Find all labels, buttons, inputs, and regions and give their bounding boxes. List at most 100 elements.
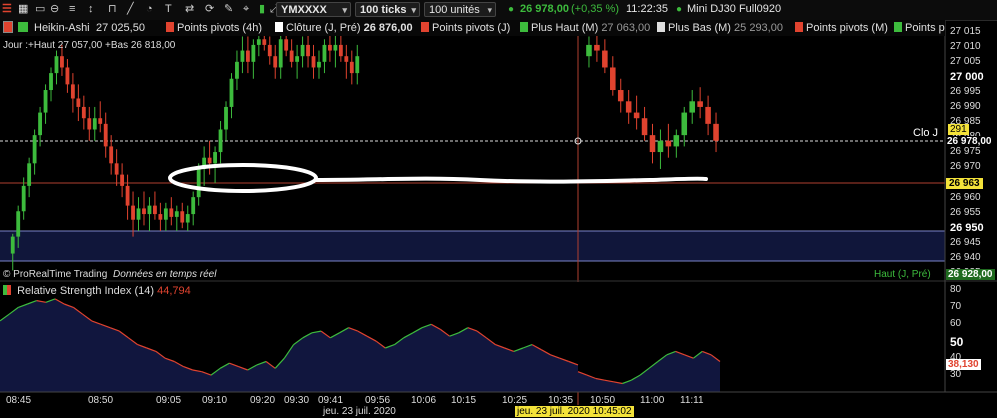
candle-body (681, 112, 688, 136)
candle-body (355, 56, 360, 74)
candle-body (185, 214, 190, 223)
candle-body (191, 197, 196, 215)
magnet-icon[interactable]: ⊓ (108, 2, 117, 17)
candle-body (689, 101, 695, 113)
high-legend[interactable]: Plus Haut (M) 27 063,00 (520, 21, 650, 35)
chart-style-icon[interactable]: ▭ (35, 2, 45, 17)
candle-body (87, 118, 92, 130)
pivot-4h-legend[interactable]: Points pivots (4h) (166, 21, 262, 35)
units-select[interactable]: 100 unités (424, 2, 496, 18)
symbol-select[interactable]: YMXXXX (276, 2, 351, 18)
time-axis[interactable]: 08:45 08:50 09:05 09:10 09:20 09:30 09:41 09:56… (0, 393, 945, 418)
candle-body (213, 152, 217, 164)
rsi-value: 44,794 (157, 285, 191, 297)
heikin-label[interactable]: Heikin-Ashi (34, 21, 90, 35)
close-legend[interactable]: Clôture (J, Pré) 26 876,00 (275, 21, 413, 35)
candle-body (697, 101, 703, 107)
candle-body (70, 84, 75, 99)
rsi-tick: 60 (950, 318, 962, 330)
price-tick: 27 000 (950, 71, 984, 84)
candle-body (673, 135, 680, 147)
candle-body (153, 205, 157, 215)
add-indicator-icon[interactable] (18, 21, 31, 35)
candle-body (114, 163, 119, 175)
price-tick: 26 970 (950, 161, 981, 173)
list-icon[interactable]: ≡ (69, 2, 75, 17)
pivot-j-legend[interactable]: Points pivots (J) (421, 21, 510, 35)
close-label: Clôture (J, Pré) (286, 22, 361, 34)
pivot-more-label: Points p (905, 22, 945, 34)
candle-body (311, 56, 316, 68)
rsi-axis[interactable]: 80 70 60 50 40 30 (946, 282, 997, 392)
low-label: Plus Bas (M) (668, 22, 731, 34)
instrument-name: Mini DJ30 Full0920 (687, 3, 782, 15)
price-tick: 27 005 (950, 56, 981, 68)
replay-icon[interactable]: ⟳ (205, 2, 214, 17)
time-axis-date: jeu. 23 juil. 2020 (323, 406, 396, 417)
pivot-m-label: Points pivots (M) (806, 22, 888, 34)
time-tick: 09:10 (202, 395, 228, 406)
heikin-icon[interactable] (3, 21, 16, 35)
rsi-tick: 50 (950, 335, 964, 350)
candle-body (131, 205, 135, 220)
candle-body (289, 50, 294, 62)
scale-icon[interactable]: ↕ (88, 2, 94, 17)
candle-body (98, 118, 103, 124)
candle-body (147, 205, 152, 215)
time-tick: 11:00 (640, 395, 665, 406)
candle-body (196, 168, 201, 198)
candle-body (142, 208, 146, 215)
candle-body (224, 106, 228, 130)
high-value: 27 063,00 (601, 22, 651, 34)
candle-body (273, 56, 278, 68)
candle-body (245, 50, 250, 62)
pivot-more-legend[interactable]: Points p (894, 21, 945, 35)
time-tick: 10:15 (451, 395, 477, 406)
candle-body (174, 211, 179, 217)
time-tick: 10:25 (502, 395, 528, 406)
candle-body (713, 123, 719, 141)
candle-body (218, 129, 223, 153)
pen-icon[interactable]: ✎ (224, 2, 233, 17)
price-axis[interactable]: 27 015 27 010 27 005 27 000 26 995 26 990 26 9… (946, 20, 997, 282)
price-tick: 26 955 (950, 206, 981, 218)
time-tick: 09:30 (284, 395, 310, 406)
ticks-select[interactable]: 100 ticks (355, 2, 420, 18)
price-tick: 26 950 (950, 221, 984, 234)
clock-time: 11:22:35 (626, 3, 669, 15)
text-tool-icon[interactable]: T (165, 2, 172, 17)
toolbar: ☰ ▦ ▭ ⊖ ≡ ↕ ⊓ ╱ ◔ T ⇄ ⟳ ✎ ⌖ ▮ ⤢ YMXXXX 1… (0, 0, 997, 21)
price-tick: 26 945 (950, 236, 981, 248)
pivot-j-label: Points pivots (J) (432, 22, 511, 34)
candle-body (338, 44, 343, 57)
window-menu-icon[interactable]: ☰ (2, 2, 12, 17)
pivot-m-legend[interactable]: Points pivots (M) (795, 21, 888, 35)
alert-icon[interactable]: ◔ (146, 2, 153, 17)
cursor-icon[interactable]: ⌖ (243, 2, 249, 17)
chart-canvas[interactable] (0, 0, 997, 418)
grid-icon[interactable]: ▦ (18, 2, 28, 17)
trade-icon[interactable]: ⇄ (185, 2, 194, 17)
low-legend[interactable]: Plus Bas (M) 25 293,00 (657, 21, 783, 35)
candle-body (169, 208, 174, 217)
candle-body (317, 61, 321, 68)
candle-body (136, 208, 141, 220)
pivot-4h-label: Points pivots (4h) (177, 22, 262, 34)
realtime-text: Données en temps réel (113, 269, 217, 280)
candle-body (158, 214, 163, 220)
candle-body (103, 123, 108, 147)
rsi-tick: 30 (950, 369, 962, 381)
candle-body (625, 101, 632, 113)
candle-body (240, 50, 245, 62)
current-price-label: 26 978,00 (947, 136, 992, 147)
candle-body (65, 67, 70, 85)
candle-body (349, 61, 354, 74)
rsi-header[interactable]: Relative Strength Index (14) 44,794 (3, 285, 191, 297)
draw-line-icon[interactable]: ╱ (127, 2, 134, 17)
candle-body (594, 44, 600, 51)
candle-body (295, 56, 300, 62)
candle-body (235, 61, 239, 79)
candle-body (705, 106, 711, 124)
level-icon[interactable]: ▮ (259, 2, 265, 17)
zoom-icon[interactable]: ⊖ (50, 2, 59, 17)
